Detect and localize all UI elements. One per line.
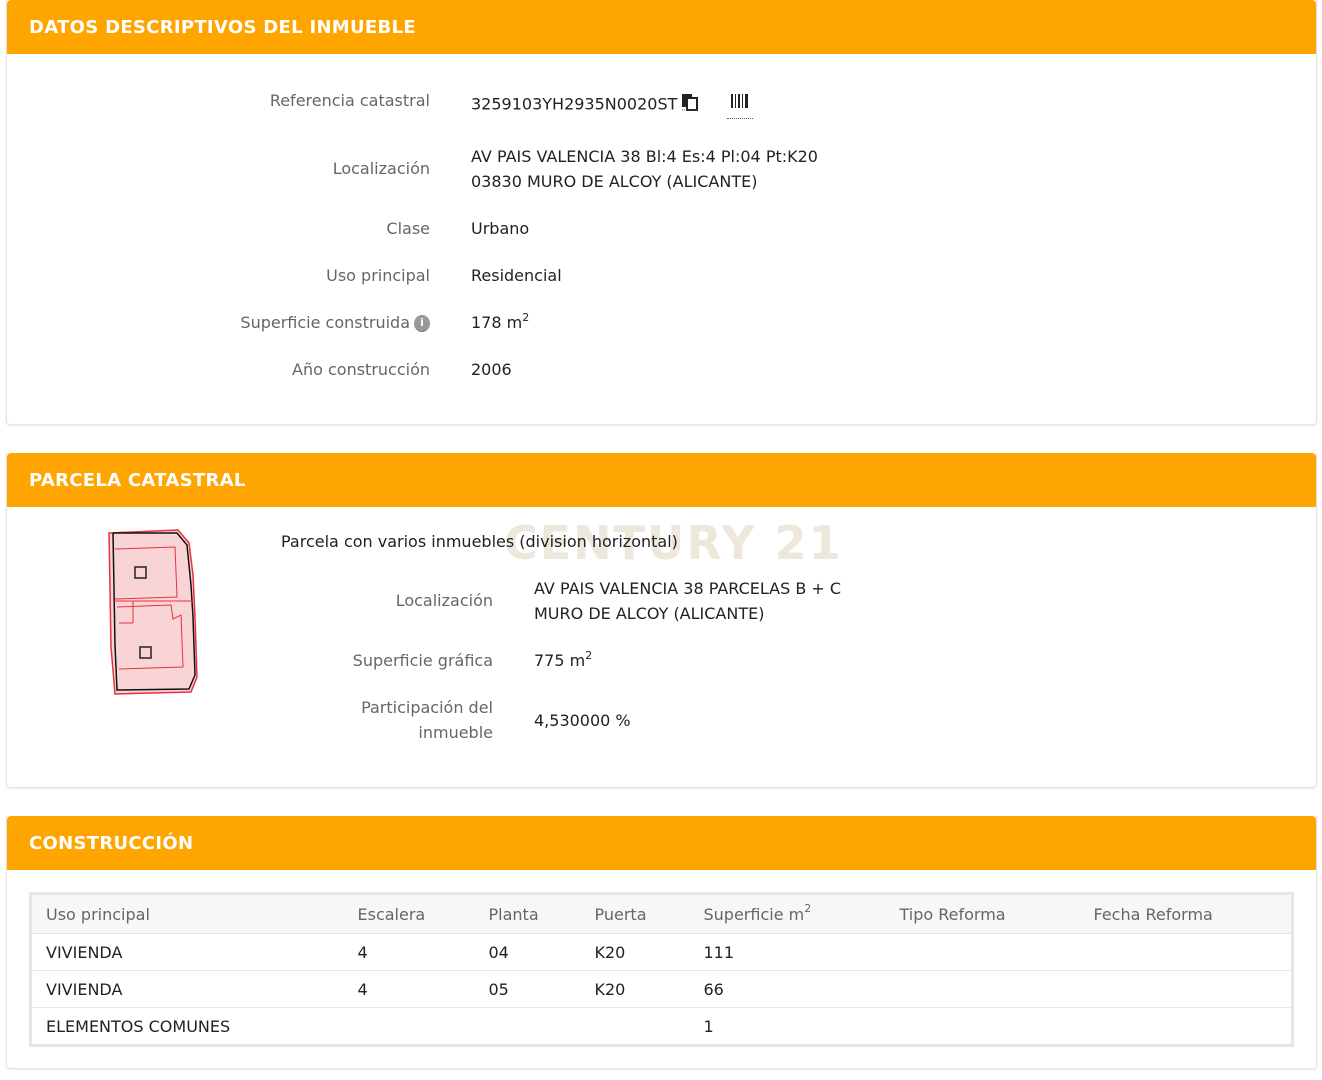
anio-value: 2006 (471, 360, 512, 379)
uso-label: Uso principal (326, 266, 430, 285)
cell-superficie: 111 (689, 933, 886, 971)
col-planta: Planta (474, 893, 581, 934)
construccion-title: CONSTRUCCIÓN (29, 832, 194, 854)
parcel-sketch[interactable] (103, 527, 203, 697)
cell-superficie: 66 (689, 970, 886, 1008)
superficie-value: 178 m (471, 313, 523, 332)
superficie-value-wrap: 178 m2 (471, 310, 529, 335)
col-superficie: Superficie m (703, 904, 805, 924)
cell-fecha-reforma (1079, 970, 1293, 1008)
table-row: VIVIENDA 4 04 K20 111 (30, 933, 1293, 971)
participacion-label-line2: inmueble (418, 723, 493, 742)
localizacion-value: AV PAIS VALENCIA 38 Bl:4 Es:4 Pl:04 Pt:K… (471, 144, 818, 194)
cell-escalera: 4 (343, 970, 475, 1008)
cell-planta (474, 1007, 581, 1046)
cell-puerta: K20 (580, 933, 690, 971)
cell-puerta (580, 1007, 690, 1046)
participacion-value: 4,530000 % (534, 711, 631, 730)
uso-value: Residencial (471, 266, 562, 285)
col-superficie-exp: 2 (804, 902, 812, 916)
col-superficie-wrap: Superficie m2 (689, 893, 886, 934)
superficie-label: Superficie construida (240, 313, 410, 332)
cell-fecha-reforma (1079, 1007, 1293, 1046)
parcela-superficie-label: Superficie gráfica (352, 651, 493, 670)
copy-icon[interactable] (681, 93, 699, 118)
parcela-title: PARCELA CATASTRAL (29, 469, 246, 491)
construccion-header: CONSTRUCCIÓN (7, 816, 1316, 870)
participacion-label-line1: Participación del (361, 698, 493, 717)
localizacion-label: Localización (332, 159, 430, 178)
cell-tipo-reforma (885, 1007, 1080, 1046)
cell-escalera (343, 1007, 475, 1046)
cell-uso: VIVIENDA (30, 933, 344, 971)
construccion-table: Uso principal Escalera Planta Puerta Sup… (29, 892, 1294, 1047)
parcela-superficie-value: 775 m (534, 651, 586, 670)
parcela-localizacion-value: AV PAIS VALENCIA 38 PARCELAS B + C MURO … (534, 576, 841, 626)
cell-tipo-reforma (885, 933, 1080, 971)
cell-fecha-reforma (1079, 933, 1293, 971)
col-fecha-reforma: Fecha Reforma (1079, 893, 1293, 934)
cell-superficie: 1 (689, 1007, 886, 1046)
cell-puerta: K20 (580, 970, 690, 1008)
parcela-panel: PARCELA CATASTRAL CENTURY 21 Parcela con… (6, 453, 1317, 788)
col-uso-principal: Uso principal (30, 893, 344, 934)
superficie-label-wrap: Superficie construida i (240, 310, 430, 335)
info-icon[interactable]: i (414, 315, 430, 332)
localizacion-line2: 03830 MURO DE ALCOY (ALICANTE) (471, 172, 758, 191)
parcela-localizacion-line2: MURO DE ALCOY (ALICANTE) (534, 604, 765, 623)
construccion-panel: CONSTRUCCIÓN Uso principal Escalera Plan… (6, 816, 1317, 1069)
datos-title: DATOS DESCRIPTIVOS DEL INMUEBLE (29, 16, 416, 38)
cell-escalera: 4 (343, 933, 475, 971)
anio-label: Año construcción (292, 360, 430, 379)
col-tipo-reforma: Tipo Reforma (885, 893, 1080, 934)
datos-header: DATOS DESCRIPTIVOS DEL INMUEBLE (7, 0, 1316, 54)
superficie-unit-exp: 2 (522, 310, 530, 324)
col-puerta: Puerta (580, 893, 690, 934)
participacion-label: Participación del inmueble (361, 695, 493, 745)
cell-tipo-reforma (885, 970, 1080, 1008)
referencia-value-wrap: 3259103YH2935N0020ST (471, 91, 753, 119)
parcela-superficie-value-wrap: 775 m2 (534, 648, 592, 673)
parcela-subtitle: Parcela con varios inmuebles (division h… (281, 532, 678, 551)
parcela-header: PARCELA CATASTRAL (7, 453, 1316, 507)
barcode-icon[interactable] (726, 91, 753, 119)
clase-value: Urbano (471, 219, 530, 238)
clase-label: Clase (386, 219, 430, 238)
parcela-localizacion-line1: AV PAIS VALENCIA 38 PARCELAS B + C (534, 579, 842, 598)
referencia-value[interactable]: 3259103YH2935N0020ST (471, 95, 677, 114)
cell-planta: 04 (474, 933, 581, 971)
parcela-superficie-unit-exp: 2 (585, 648, 593, 662)
col-escalera: Escalera (343, 893, 475, 934)
referencia-label: Referencia catastral (269, 91, 430, 110)
datos-panel: DATOS DESCRIPTIVOS DEL INMUEBLE Referenc… (6, 0, 1317, 425)
parcela-localizacion-label: Localización (395, 591, 493, 610)
table-row: VIVIENDA 4 05 K20 66 (30, 970, 1293, 1008)
cell-uso: VIVIENDA (30, 970, 344, 1008)
cell-uso: ELEMENTOS COMUNES (30, 1007, 344, 1046)
table-row: ELEMENTOS COMUNES 1 (30, 1007, 1293, 1046)
cell-planta: 05 (474, 970, 581, 1008)
localizacion-line1: AV PAIS VALENCIA 38 Bl:4 Es:4 Pl:04 Pt:K… (471, 147, 818, 166)
table-header-row: Uso principal Escalera Planta Puerta Sup… (30, 893, 1293, 934)
